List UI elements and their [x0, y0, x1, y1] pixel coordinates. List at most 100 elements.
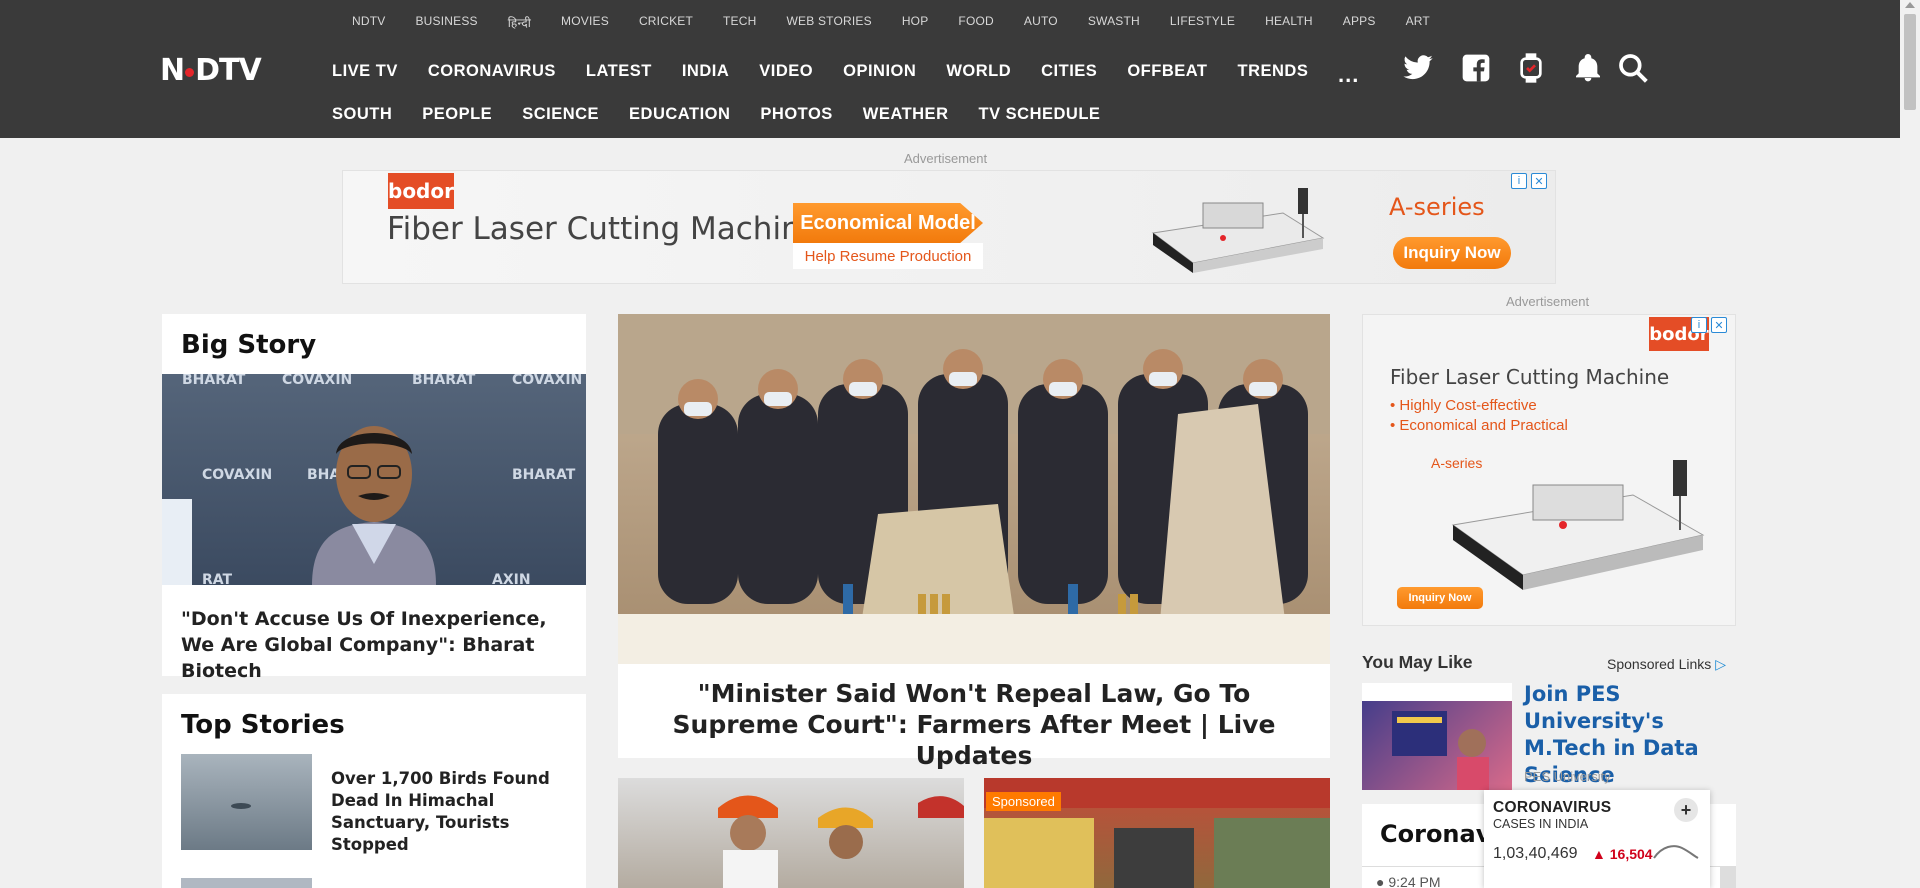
subnav-item-education[interactable]: EDUCATION	[629, 105, 730, 124]
ndtv-logo[interactable]: N DTV	[160, 56, 288, 86]
side-ad-close-icon[interactable]: ✕	[1711, 317, 1727, 333]
nav-item-opinion[interactable]: OPINION	[843, 62, 916, 81]
laser-machine-image	[1151, 188, 1325, 273]
nav-item-video[interactable]: VIDEO	[759, 62, 813, 81]
top-nav-item-movies[interactable]: MOVIES	[561, 14, 609, 31]
svg-text:COVAXIN: COVAXIN	[512, 374, 582, 388]
top-stories-card: Top Stories Over 1,700 Birds Found Dead …	[162, 694, 586, 888]
side-laser-machine-image	[1451, 460, 1705, 590]
lead-story-image[interactable]	[618, 314, 1330, 664]
top-nav-item-food[interactable]: FOOD	[958, 14, 993, 31]
nav-item-coronavirus[interactable]: CORONAVIRUS	[428, 62, 556, 81]
more-menu-button[interactable]: ...	[1338, 62, 1359, 88]
svg-text:COVAXIN: COVAXIN	[202, 467, 272, 483]
widget-delta: ▲ 16,504	[1592, 846, 1653, 862]
you-may-like-thumbnail[interactable]	[1362, 683, 1512, 790]
nav-item-india[interactable]: INDIA	[682, 62, 729, 81]
twitter-icon[interactable]	[1402, 52, 1434, 84]
svg-text:AXIN: AXIN	[492, 572, 531, 585]
ad-subtitle: Help Resume Production	[793, 243, 983, 269]
widget-cases: 1,03,40,469	[1493, 845, 1578, 862]
top-nav-item-web-stories[interactable]: WEB STORIES	[786, 14, 871, 31]
sponsored-story-image[interactable]: Sponsored	[984, 778, 1330, 888]
svg-text:BHARAT: BHARAT	[412, 374, 476, 388]
nav-item-cities[interactable]: CITIES	[1041, 62, 1097, 81]
side-ad-info-icon[interactable]: i	[1691, 317, 1707, 333]
ad-brand-logo: bodor	[388, 173, 454, 209]
ad-choices[interactable]: i ✕	[1511, 173, 1547, 189]
nav-item-offbeat[interactable]: OFFBEAT	[1127, 62, 1207, 81]
nav-item-world[interactable]: WORLD	[946, 62, 1011, 81]
top-nav-item-business[interactable]: BUSINESS	[415, 14, 477, 31]
sponsored-links-label[interactable]: Sponsored Links ▷	[1607, 656, 1726, 673]
site-header: NDTV BUSINESS हिन्दी MOVIES CRICKET TECH WEB S…	[0, 0, 1900, 138]
search-icon[interactable]	[1617, 52, 1649, 84]
side-ad-inquiry-button[interactable]: Inquiry Now	[1397, 587, 1483, 609]
big-story-card: Big Story BHARAT COVAXIN BHARAT COVAXIN COV…	[162, 314, 586, 682]
top-nav-item-ndtv[interactable]: NDTV	[352, 14, 385, 31]
subnav-item-photos[interactable]: PHOTOS	[760, 105, 832, 124]
coronavirus-time-text: 9:24 PM	[1388, 874, 1441, 888]
subnav-item-people[interactable]: PEOPLE	[422, 105, 492, 124]
side-ad-bullet-1-text: Highly Cost-effective	[1399, 397, 1537, 414]
top-nav-item-swasth[interactable]: SWASTH	[1088, 14, 1140, 31]
top-nav-item-hindi[interactable]: हिन्दी	[508, 14, 531, 31]
lead-story-card: "Minister Said Won't Repeal Law, Go To S…	[618, 314, 1330, 770]
top-nav-item-art[interactable]: ART	[1406, 14, 1430, 31]
top-story-thumbnail[interactable]	[181, 754, 312, 850]
top-nav-item-apps[interactable]: APPS	[1343, 14, 1376, 31]
subnav-item-science[interactable]: SCIENCE	[522, 105, 599, 124]
coronavirus-widget[interactable]: CORONAVIRUS CASES IN INDIA + 1,03,40,469…	[1484, 790, 1710, 888]
bharat-biotech-photo: BHARAT COVAXIN BHARAT COVAXIN COVAXIN BHARAT…	[162, 374, 582, 585]
you-may-like-source: PES University	[1524, 769, 1611, 784]
scrollbar-thumb[interactable]	[1904, 14, 1916, 110]
bell-icon[interactable]	[1572, 52, 1604, 84]
watch-icon[interactable]	[1515, 52, 1547, 84]
top-stories-title: Top Stories	[181, 710, 345, 740]
sponsored-badge: Sponsored	[986, 792, 1061, 811]
taboola-icon: ▷	[1715, 656, 1726, 672]
top-story-thumbnail-2[interactable]	[181, 878, 312, 888]
ad-label-top: Advertisement	[904, 151, 988, 166]
ad-series: A-series	[1389, 193, 1485, 221]
ad-info-icon[interactable]: i	[1511, 173, 1527, 189]
widget-delta-text: 16,504	[1609, 846, 1653, 862]
svg-text:RAT: RAT	[202, 572, 233, 585]
ad-inquiry-button[interactable]: Inquiry Now	[1393, 237, 1511, 269]
you-may-like-title: You May Like	[1362, 652, 1473, 672]
side-ad[interactable]: bodor Fiber Laser Cutting Machine • High…	[1362, 314, 1736, 626]
facebook-icon[interactable]	[1460, 52, 1492, 84]
side-ad-bullet-2-text: Economical and Practical	[1399, 417, 1568, 434]
scroll-up-arrow[interactable]	[1905, 2, 1915, 8]
sponsored-links-text: Sponsored Links	[1607, 656, 1712, 672]
top-story-headline[interactable]: Over 1,700 Birds Found Dead In Himachal …	[331, 768, 571, 856]
big-story-image[interactable]: BHARAT COVAXIN BHARAT COVAXIN COVAXIN BHARAT…	[162, 374, 586, 585]
nav-item-latest[interactable]: LATEST	[586, 62, 652, 81]
top-nav-item-health[interactable]: HEALTH	[1265, 14, 1313, 31]
top-banner-ad[interactable]: bodor Fiber Laser Cutting Machine Econom…	[342, 170, 1556, 284]
top-nav-item-lifestyle[interactable]: LIFESTYLE	[1170, 14, 1235, 31]
big-story-headline[interactable]: "Don't Accuse Us Of Inexperience, We Are…	[181, 606, 571, 684]
svg-text:BHARAT: BHARAT	[182, 374, 246, 388]
top-nav-item-cricket[interactable]: CRICKET	[639, 14, 693, 31]
subnav-item-tv-schedule[interactable]: TV SCHEDULE	[978, 105, 1100, 124]
pes-university-ad-photo	[1362, 683, 1512, 790]
nav-item-live-tv[interactable]: LIVE TV	[332, 62, 398, 81]
page-scrollbar[interactable]	[1900, 0, 1920, 888]
svg-text:BHARAT: BHARAT	[512, 467, 576, 483]
widget-expand-button[interactable]: +	[1674, 798, 1698, 822]
sub-nav: SOUTH PEOPLE SCIENCE EDUCATION PHOTOS WEATHER…	[332, 105, 1130, 124]
side-ad-choices[interactable]: i ✕	[1691, 317, 1727, 333]
nav-item-trends[interactable]: TRENDS	[1238, 62, 1309, 81]
top-nav-item-hop[interactable]: HOP	[902, 14, 929, 31]
cases-trend-sparkline	[1653, 845, 1699, 859]
lead-story-headline[interactable]: "Minister Said Won't Repeal Law, Go To S…	[618, 678, 1330, 771]
subnav-item-weather[interactable]: WEATHER	[863, 105, 949, 124]
subnav-item-south[interactable]: SOUTH	[332, 105, 392, 124]
top-nav-item-auto[interactable]: AUTO	[1024, 14, 1058, 31]
ad-close-icon[interactable]: ✕	[1531, 173, 1547, 189]
story-image-farmers[interactable]	[618, 778, 964, 888]
coronavirus-scrollbar[interactable]	[1720, 866, 1736, 888]
top-nav-item-tech[interactable]: TECH	[723, 14, 756, 31]
farmers-meeting-photo	[618, 314, 1330, 664]
